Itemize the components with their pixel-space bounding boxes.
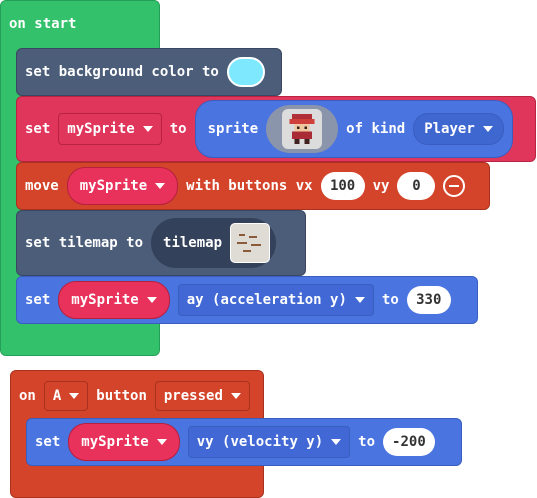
- sprite-kind-dropdown[interactable]: Player: [413, 113, 504, 145]
- background-color-swatch[interactable]: [226, 57, 265, 87]
- to-label: to: [169, 121, 187, 137]
- chevron-down-icon: [354, 297, 365, 303]
- to-label: to: [381, 292, 399, 308]
- set-background-color-block[interactable]: set background color to: [16, 48, 282, 96]
- of-kind-label: of kind: [346, 121, 406, 137]
- tilemap-label: tilemap: [163, 235, 223, 251]
- button-event-dropdown[interactable]: pressed: [154, 381, 250, 411]
- chevron-down-icon: [155, 183, 166, 189]
- button-event-value: pressed: [163, 388, 223, 404]
- button-name-dropdown[interactable]: A: [43, 381, 89, 411]
- set-sprite-block[interactable]: set mySprite to sprite of kind Player: [16, 96, 536, 162]
- variable-name: mySprite: [67, 121, 135, 137]
- sprite-property-dropdown[interactable]: vy (velocity y): [187, 426, 351, 458]
- variable-name: mySprite: [79, 178, 148, 194]
- set-velocity-block[interactable]: set mySprite vy (velocity y) to -200: [26, 418, 462, 466]
- variable-name: mySprite: [71, 292, 139, 308]
- chevron-down-icon: [230, 393, 241, 399]
- vy-input[interactable]: 0: [397, 172, 436, 200]
- accel-sprite-variable-dropdown[interactable]: mySprite: [58, 281, 170, 319]
- on-label: on: [19, 388, 36, 404]
- chevron-down-icon: [146, 297, 157, 303]
- chevron-down-icon: [142, 126, 153, 132]
- acceleration-value-input[interactable]: 330: [406, 286, 451, 314]
- set-label: set: [35, 434, 61, 450]
- set-label: set: [25, 292, 51, 308]
- with-buttons-vx-label: with buttons vx: [186, 178, 313, 194]
- player-sprite-icon: [282, 109, 323, 149]
- set-background-color-label: set background color to: [25, 64, 219, 80]
- button-label: button: [96, 388, 147, 404]
- velocity-sprite-variable-dropdown[interactable]: mySprite: [68, 423, 180, 461]
- property-name: vy (velocity y): [196, 434, 324, 450]
- set-acceleration-block[interactable]: set mySprite ay (acceleration y) to 330: [16, 276, 478, 324]
- move-sprite-variable-dropdown[interactable]: mySprite: [66, 167, 179, 205]
- minus-icon: [449, 185, 460, 187]
- set-tilemap-label: set tilemap to: [25, 235, 144, 251]
- chevron-down-icon: [331, 439, 342, 445]
- set-label: set: [25, 121, 51, 137]
- on-button-header: on A button pressed: [19, 381, 250, 411]
- to-label: to: [358, 434, 376, 450]
- variable-name: mySprite: [81, 434, 149, 450]
- button-name-value: A: [52, 388, 62, 404]
- sprite-property-dropdown[interactable]: ay (acceleration y): [177, 284, 374, 316]
- sprite-variable-dropdown[interactable]: mySprite: [58, 113, 162, 145]
- sprite-kind-value: Player: [424, 121, 475, 137]
- chevron-down-icon: [156, 439, 167, 445]
- move-with-buttons-block[interactable]: move mySprite with buttons vx 100 vy 0: [16, 162, 490, 210]
- velocity-value-input[interactable]: -200: [383, 428, 435, 456]
- tilemap-reporter[interactable]: tilemap: [151, 218, 277, 268]
- tilemap-preview-icon[interactable]: [230, 223, 271, 263]
- vy-label: vy: [372, 178, 390, 194]
- sprite-create-block[interactable]: sprite of kind Player: [194, 100, 513, 158]
- chevron-down-icon: [482, 126, 493, 132]
- on-start-label: on start: [9, 16, 77, 32]
- sprite-image-picker[interactable]: [266, 105, 339, 153]
- move-label: move: [25, 178, 59, 194]
- vx-input[interactable]: 100: [320, 172, 365, 200]
- sprite-label: sprite: [207, 121, 259, 137]
- set-tilemap-block[interactable]: set tilemap to tilemap: [16, 210, 306, 276]
- remove-parameter-button[interactable]: [443, 175, 466, 197]
- chevron-down-icon: [69, 393, 80, 399]
- property-name: ay (acceleration y): [186, 292, 347, 308]
